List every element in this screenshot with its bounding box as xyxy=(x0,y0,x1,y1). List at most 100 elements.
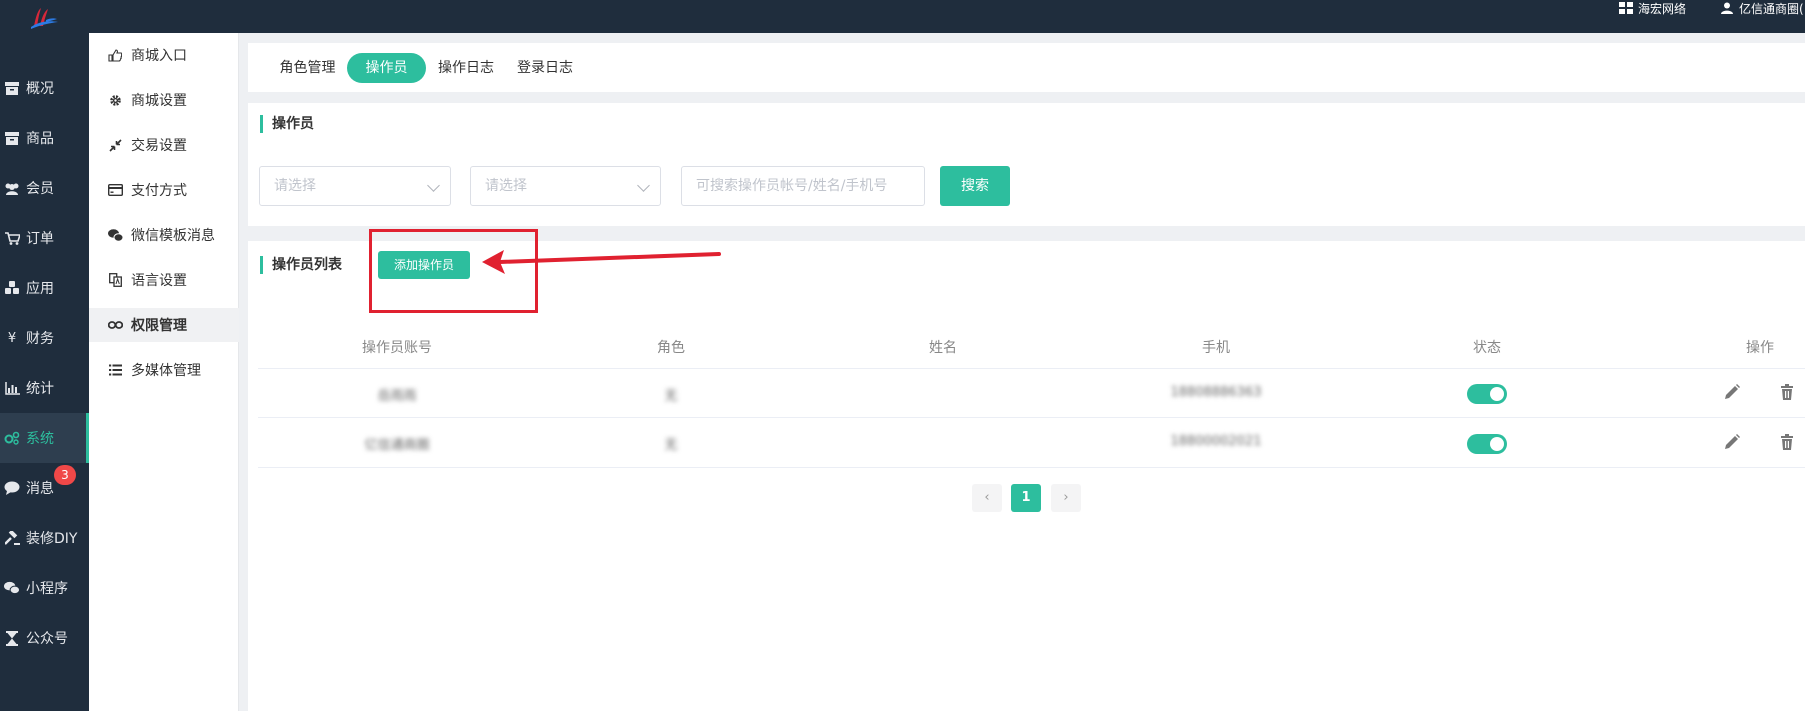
subnav-item-media[interactable]: 多媒体管理 xyxy=(89,353,239,387)
cart-icon xyxy=(4,230,20,246)
nav-item-label: 会员 xyxy=(26,181,54,197)
subnav-item-permissions[interactable]: 权限管理 xyxy=(89,308,239,342)
cubes-icon xyxy=(4,280,20,296)
column-header-role[interactable]: 角色 xyxy=(621,337,721,357)
status-toggle[interactable] xyxy=(1467,434,1507,454)
status-toggle[interactable] xyxy=(1467,384,1507,404)
archive-icon xyxy=(4,130,20,146)
nav-item-label: 财务 xyxy=(26,331,54,347)
nav-item-label: 应用 xyxy=(26,281,54,297)
nav-item-system[interactable]: 系统 xyxy=(0,413,89,463)
gavel-icon xyxy=(4,530,20,546)
status-select[interactable]: 请选择 xyxy=(470,166,661,206)
nav-item-apps[interactable]: 应用 xyxy=(0,263,89,313)
nav-item-label: 统计 xyxy=(26,381,54,397)
tab-login-log[interactable]: 登录日志 xyxy=(511,53,579,83)
table-row xyxy=(258,369,1805,418)
nav-item-label: 装修DIY xyxy=(26,531,78,547)
column-header-status[interactable]: 状态 xyxy=(1437,337,1537,357)
list-icon xyxy=(107,363,123,377)
nav-item-stats[interactable]: 统计 xyxy=(0,363,89,413)
role-select[interactable]: 请选择 xyxy=(259,166,451,206)
table-row xyxy=(258,419,1805,468)
wechat-icon xyxy=(4,580,20,596)
pager-next-button[interactable]: › xyxy=(1051,484,1081,512)
nav-item-label: 订单 xyxy=(26,231,54,247)
subnav-item-label: 语言设置 xyxy=(131,273,187,289)
subnav-item-label: 交易设置 xyxy=(131,138,187,154)
subnav-item-trade-settings[interactable]: 交易设置 xyxy=(89,128,239,162)
subnav-item-wechat-template[interactable]: 微信模板消息 xyxy=(89,218,239,252)
nav-item-members[interactable]: 会员 xyxy=(0,163,89,213)
cell-role: 无 xyxy=(664,389,678,404)
nav-item-orders[interactable]: 订单 xyxy=(0,213,89,263)
user-menu[interactable]: 亿信通商圈( xyxy=(1720,0,1804,16)
comment-icon xyxy=(4,480,20,496)
cell-account: 亿信通商圈 xyxy=(364,438,430,453)
users-icon xyxy=(4,180,20,196)
nav-item-label: 小程序 xyxy=(26,581,68,597)
nav-item-label: 公众号 xyxy=(26,631,68,647)
tab-operation-log[interactable]: 操作日志 xyxy=(432,53,500,83)
pager-page-1[interactable]: 1 xyxy=(1011,484,1041,512)
nav-item-finance[interactable]: ¥ 财务 xyxy=(0,313,89,363)
nav-item-mini-program[interactable]: 小程序 xyxy=(0,563,89,613)
edit-pencil-icon[interactable] xyxy=(1723,433,1741,451)
nav-item-label: 商品 xyxy=(26,131,54,147)
tab-operators[interactable]: 操作员 xyxy=(347,53,426,83)
chevron-down-icon xyxy=(427,179,440,192)
user-icon xyxy=(1721,2,1733,14)
hand-point-icon xyxy=(107,48,123,62)
system-submenu: 商城入口 商城设置 交易设置 支付方式 微信模板消息 语言设置 权限管理 多媒体… xyxy=(89,33,239,711)
archive-icon xyxy=(4,80,20,96)
nav-item-label: 系统 xyxy=(26,431,54,447)
nav-item-decorate-diy[interactable]: 装修DIY xyxy=(0,513,89,563)
annotation-arrow xyxy=(482,250,721,274)
translate-icon xyxy=(107,273,123,287)
cell-account: 岳雨雨 xyxy=(377,389,417,404)
tab-role-management[interactable]: 角色管理 xyxy=(270,53,345,83)
subnav-item-label: 支付方式 xyxy=(131,183,187,199)
subnav-item-mall-settings[interactable]: 商城设置 xyxy=(89,83,239,117)
delete-trash-icon[interactable] xyxy=(1778,433,1796,451)
delete-trash-icon[interactable] xyxy=(1778,383,1796,401)
column-header-actions[interactable]: 操作 xyxy=(1710,337,1805,357)
subnav-item-label: 商城入口 xyxy=(131,48,187,64)
subnav-item-language[interactable]: 语言设置 xyxy=(89,263,239,297)
bar-chart-icon xyxy=(4,380,20,396)
subnav-item-label: 多媒体管理 xyxy=(131,363,201,379)
status-select-placeholder: 请选择 xyxy=(485,178,527,194)
operator-search-input[interactable]: 可搜索操作员帐号/姓名/手机号 xyxy=(681,166,925,206)
subnav-item-label: 权限管理 xyxy=(131,318,187,334)
nav-item-goods[interactable]: 商品 xyxy=(0,113,89,163)
column-header-account[interactable]: 操作员账号 xyxy=(347,337,447,357)
pager-prev-button[interactable]: ‹ xyxy=(972,484,1002,512)
org-name: 海宏网络 xyxy=(1638,1,1687,16)
brand-logo[interactable] xyxy=(28,6,60,30)
yen-icon: ¥ xyxy=(7,330,17,346)
user-name: 亿信通商圈( xyxy=(1739,1,1804,16)
list-section-title: 操作员列表 xyxy=(260,256,342,274)
search-button[interactable]: 搜索 xyxy=(940,166,1010,206)
wechat-icon xyxy=(107,228,123,242)
edit-pencil-icon[interactable] xyxy=(1723,383,1741,401)
column-header-phone[interactable]: 手机 xyxy=(1166,337,1266,357)
filter-card xyxy=(248,103,1805,226)
subnav-item-label: 商城设置 xyxy=(131,93,187,109)
role-select-placeholder: 请选择 xyxy=(274,178,316,194)
subnav-item-mall-entry[interactable]: 商城入口 xyxy=(89,38,239,72)
main-sidebar: 概况 商品 会员 订单 应用 ¥ 财务 统计 系统 消息 3 装修DIY 小程序… xyxy=(0,33,89,711)
compress-icon xyxy=(107,138,123,152)
filter-section-title: 操作员 xyxy=(260,115,314,133)
column-header-name[interactable]: 姓名 xyxy=(893,337,993,357)
gears-icon xyxy=(4,430,20,446)
glasses-icon xyxy=(107,318,123,332)
nav-item-overview[interactable]: 概况 xyxy=(0,63,89,113)
subnav-item-label: 微信模板消息 xyxy=(131,228,215,244)
cell-phone: 18800002021 xyxy=(1170,434,1262,449)
subnav-item-payment-methods[interactable]: 支付方式 xyxy=(89,173,239,207)
org-switcher[interactable]: 海宏网络 xyxy=(1619,0,1686,16)
nav-item-messages[interactable]: 消息 3 xyxy=(0,463,89,513)
nav-item-official-account[interactable]: 公众号 xyxy=(0,613,89,663)
top-bar: 海宏网络 亿信通商圈( xyxy=(0,0,1805,33)
